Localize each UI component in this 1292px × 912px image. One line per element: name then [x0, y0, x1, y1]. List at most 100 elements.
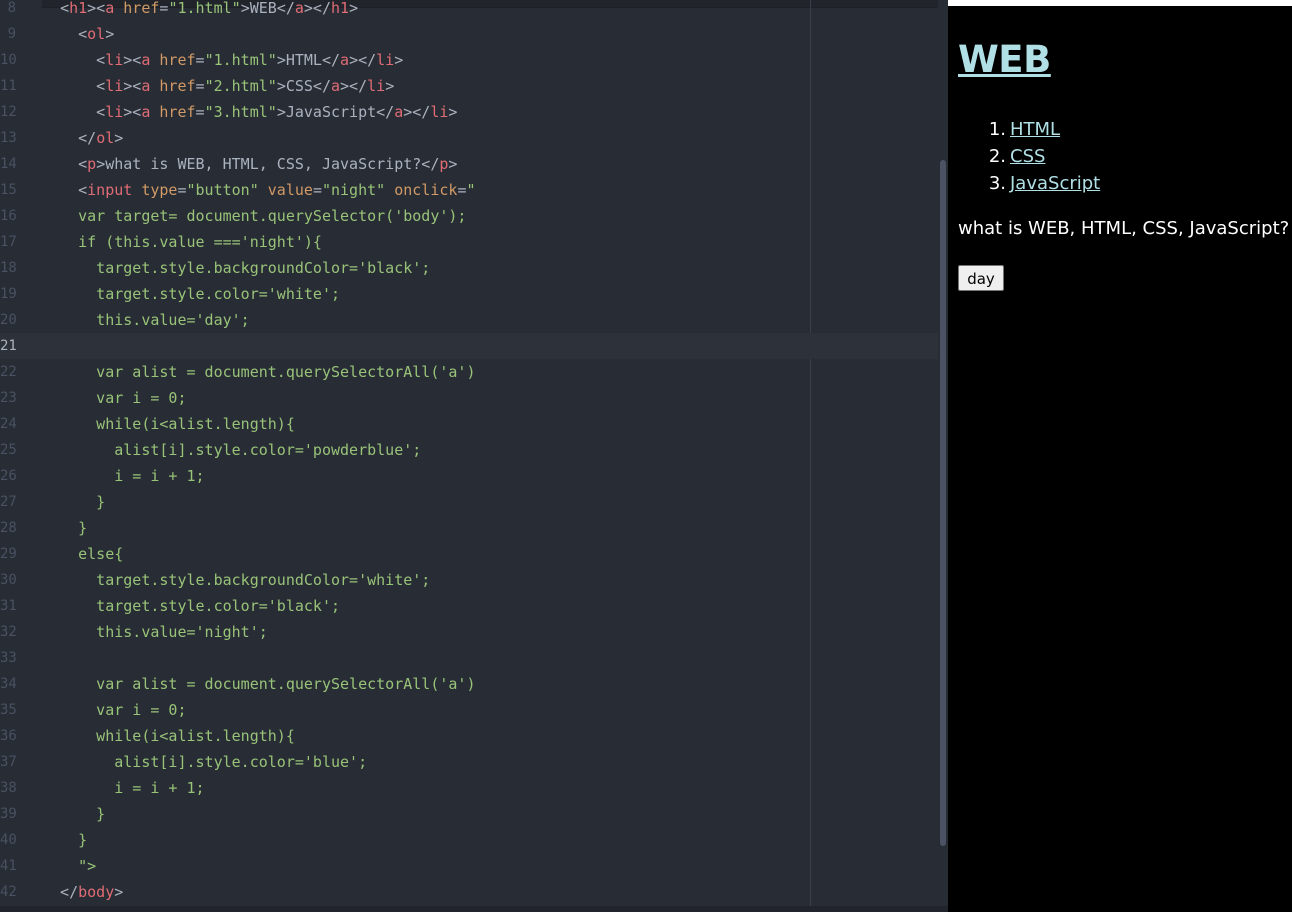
line-number: 24 — [0, 416, 17, 432]
code-line[interactable]: 38 i = i + 1; — [0, 775, 938, 801]
code-token: </ — [42, 883, 79, 901]
code-text: } — [42, 801, 105, 827]
code-text: } — [42, 515, 87, 541]
line-number: 30 — [0, 572, 17, 588]
line-number: 23 — [0, 390, 17, 406]
code-token: var i = 0; — [42, 701, 187, 719]
code-line[interactable]: 18 target.style.backgroundColor='black'; — [0, 255, 938, 281]
code-text: while(i<alist.length){ — [42, 723, 295, 749]
editor-scrollbar-thumb[interactable] — [940, 160, 946, 846]
code-line[interactable]: 20 this.value='day'; — [0, 307, 938, 333]
code-line[interactable]: 10 <li><a href="1.html">HTML</a></li> — [0, 47, 938, 73]
link-css[interactable]: CSS — [1010, 146, 1045, 167]
line-number: 36 — [0, 728, 17, 744]
code-line[interactable]: 30 target.style.backgroundColor='white'; — [0, 567, 938, 593]
link-html[interactable]: HTML — [1010, 119, 1060, 140]
code-line[interactable]: 26 i = i + 1; — [0, 463, 938, 489]
link-javascript[interactable]: JavaScript — [1010, 173, 1100, 194]
line-number: 13 — [0, 130, 17, 146]
code-line[interactable]: 22 var alist = document.querySelectorAll… — [0, 359, 938, 385]
code-line[interactable]: 37 alist[i].style.color='blue'; — [0, 749, 938, 775]
line-number: 41 — [0, 858, 17, 874]
code-line[interactable]: 41 "> — [0, 853, 938, 879]
line-number: 26 — [0, 468, 17, 484]
code-token: input — [87, 181, 142, 199]
code-token: "3.html" — [204, 103, 277, 121]
ordered-list: 1. HTML 2. CSS 3. JavaScript — [958, 116, 1100, 197]
code-line[interactable]: 16 var target= document.querySelector('b… — [0, 203, 938, 229]
code-token: = — [195, 103, 205, 121]
line-number: 34 — [0, 676, 17, 692]
code-line[interactable]: 36 while(i<alist.length){ — [0, 723, 938, 749]
code-token: a — [141, 51, 160, 69]
code-text: <input type="button" value="night" oncli… — [42, 177, 475, 203]
line-number: 35 — [0, 702, 17, 718]
code-line[interactable]: 14 <p>what is WEB, HTML, CSS, JavaScript… — [0, 151, 938, 177]
code-line[interactable]: 19 target.style.color='white'; — [0, 281, 938, 307]
code-line[interactable]: 23 var i = 0; — [0, 385, 938, 411]
code-token: h1 — [331, 0, 350, 17]
code-text: var i = 0; — [42, 697, 187, 723]
code-line[interactable]: 31 target.style.color='black'; — [0, 593, 938, 619]
line-number: 15 — [0, 182, 17, 198]
code-text: </body> — [42, 879, 123, 905]
code-token: = — [177, 181, 187, 199]
code-token: value — [267, 181, 313, 199]
list-number: 3. — [988, 173, 1006, 194]
code-token: href — [123, 0, 160, 17]
code-line[interactable]: 42 </body> — [0, 879, 938, 905]
code-line[interactable]: 8 <h1><a href="1.html">WEB</a></h1> — [0, 0, 938, 21]
line-number: 29 — [0, 546, 17, 562]
code-line[interactable]: 40 } — [0, 827, 938, 853]
code-token: href — [159, 103, 196, 121]
code-token: ></ — [340, 77, 368, 95]
code-token: i = i + 1; — [42, 467, 205, 485]
code-token: > — [385, 77, 395, 95]
code-line[interactable]: 32 this.value='night'; — [0, 619, 938, 645]
page-title-link[interactable]: WEB — [958, 38, 1051, 81]
code-token: a — [141, 77, 160, 95]
code-token: var i = 0; — [42, 389, 187, 407]
code-token: >WEB</ — [240, 0, 295, 17]
line-number: 9 — [7, 26, 16, 42]
code-token: a — [141, 103, 160, 121]
code-line[interactable]: 35 var i = 0; — [0, 697, 938, 723]
code-line[interactable]: 17 if (this.value ==='night'){ — [0, 229, 938, 255]
code-line[interactable]: 29 else{ — [0, 541, 938, 567]
code-line[interactable]: 33 — [0, 645, 938, 671]
code-line[interactable]: 15 <input type="button" value="night" on… — [0, 177, 938, 203]
code-token: = — [195, 51, 205, 69]
code-line[interactable]: 28 } — [0, 515, 938, 541]
code-token: else{ — [42, 545, 124, 563]
code-line[interactable]: 27 } — [0, 489, 938, 515]
code-line[interactable]: 25 alist[i].style.color='powderblue'; — [0, 437, 938, 463]
line-number: 8 — [7, 0, 16, 16]
code-token: "1.html" — [168, 0, 241, 17]
code-text: } — [42, 489, 105, 515]
code-line[interactable]: 34 var alist = document.querySelectorAll… — [0, 671, 938, 697]
code-line[interactable]: 11 <li><a href="2.html">CSS</a></li> — [0, 73, 938, 99]
code-line[interactable]: 13 </ol> — [0, 125, 938, 151]
line-number: 25 — [0, 442, 17, 458]
code-token: href — [159, 77, 196, 95]
code-token: href — [159, 51, 196, 69]
code-token: type — [141, 181, 178, 199]
code-text: this.value='night'; — [42, 619, 268, 645]
code-token: "2.html" — [204, 77, 277, 95]
code-token: >JavaScript</ — [276, 103, 395, 121]
code-line[interactable]: 24 while(i<alist.length){ — [0, 411, 938, 437]
code-token: a — [331, 77, 341, 95]
code-line[interactable]: 21 — [0, 333, 938, 359]
code-line[interactable]: 39 } — [0, 801, 938, 827]
code-line[interactable]: 9 <ol> — [0, 21, 938, 47]
day-night-toggle-button[interactable]: day — [958, 265, 1004, 291]
code-editor[interactable]: 8 <h1><a href="1.html">WEB</a></h1> 9 <ol… — [0, 0, 948, 912]
code-token: a — [394, 103, 404, 121]
line-number: 14 — [0, 156, 17, 172]
line-number: 16 — [0, 208, 17, 224]
code-text: </ol> — [42, 125, 123, 151]
code-line[interactable]: 12 <li><a href="3.html">JavaScript</a></… — [0, 99, 938, 125]
code-token: > — [349, 0, 359, 17]
code-token: > — [448, 103, 458, 121]
code-token: "night" — [321, 181, 395, 199]
